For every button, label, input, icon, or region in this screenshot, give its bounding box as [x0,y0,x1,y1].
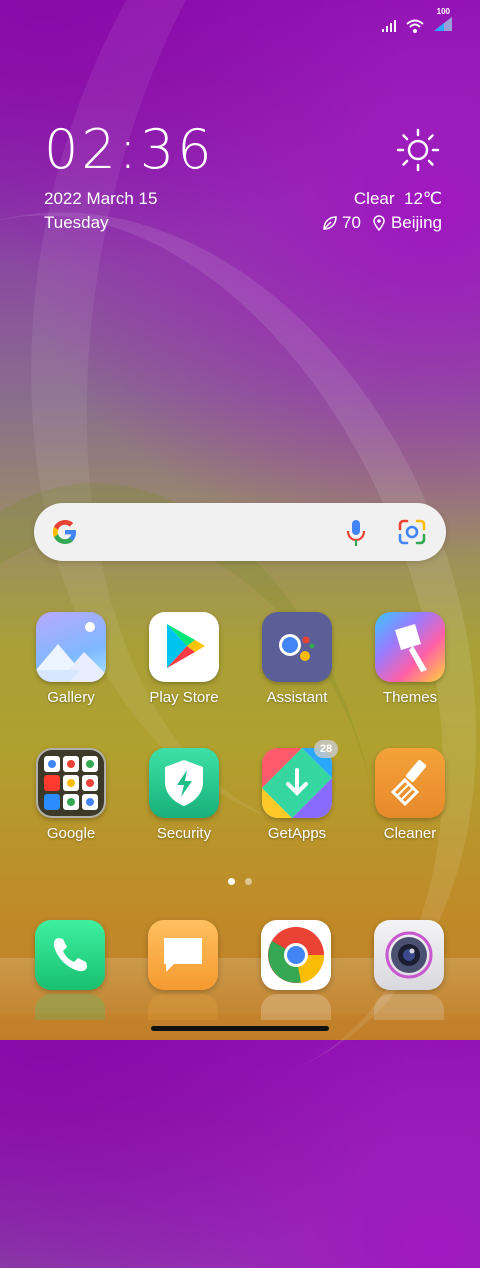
chrome-icon[interactable] [261,920,331,990]
weather-details[interactable]: 70 Beijing [322,212,442,234]
play-store-icon [149,612,219,682]
app-label: Themes [382,689,438,706]
wifi-icon [406,19,424,33]
battery-icon [434,16,452,31]
weather-temperature: 12℃ [403,189,442,208]
status-bar: 100 [382,7,454,38]
google-g-icon [52,520,76,544]
app-label: Assistant [266,689,328,706]
app-label: Gallery [47,689,95,706]
google-folder-icon [36,748,106,818]
themes-icon [375,612,445,682]
dock-reflection [148,994,218,1020]
messages-icon[interactable] [148,920,218,990]
phone-icon[interactable] [35,920,105,990]
signal-icon [382,20,396,32]
gallery-icon [36,612,106,682]
app-label: Cleaner [383,825,437,842]
day-text: Tuesday [44,213,109,232]
app-getapps[interactable]: GetApps [241,748,353,844]
security-icon [149,748,219,818]
app-folder-google[interactable]: Google [15,748,127,844]
dock-reflection [261,994,331,1020]
app-themes[interactable]: Themes [354,612,466,708]
google-lens-icon[interactable] [398,519,426,545]
weather-condition-temperature[interactable]: Clear 12℃ [354,188,442,210]
sun-icon[interactable] [396,128,440,172]
clock-time[interactable]: 02:36 [44,118,215,182]
page-dot-active[interactable] [228,878,235,885]
app-label: Google [46,825,96,842]
battery-indicator: 100 [432,7,454,38]
dock-reflection [35,994,105,1020]
app-assistant[interactable]: Assistant [241,612,353,708]
cleaner-icon [375,748,445,818]
home-gesture-bar[interactable] [151,1026,329,1031]
google-search-bar[interactable] [34,503,446,561]
app-label: Security [156,825,212,842]
leaf-icon [323,216,337,230]
app-security[interactable]: Security [128,748,240,844]
getapps-icon [262,748,332,818]
date-text: 2022 March 15 [44,189,158,208]
battery-level: 100 [436,6,450,16]
weather-location: Beijing [390,213,442,232]
app-cleaner[interactable]: Cleaner [354,748,466,844]
page-indicator [0,878,480,885]
app-gallery[interactable]: Gallery [15,612,127,708]
assistant-icon [262,612,332,682]
app-play-store[interactable]: Play Store [128,612,240,708]
air-quality-value: 70 [342,213,361,232]
location-pin-icon [373,215,385,231]
page-dot[interactable] [245,878,252,885]
weather-condition: Clear [353,189,395,208]
app-label: Play Store [149,689,219,706]
notification-badge: 28 [314,740,338,758]
camera-icon[interactable] [374,920,444,990]
dock-reflection [374,994,444,1020]
microphone-icon[interactable] [346,519,366,547]
app-label: GetApps [267,825,327,842]
